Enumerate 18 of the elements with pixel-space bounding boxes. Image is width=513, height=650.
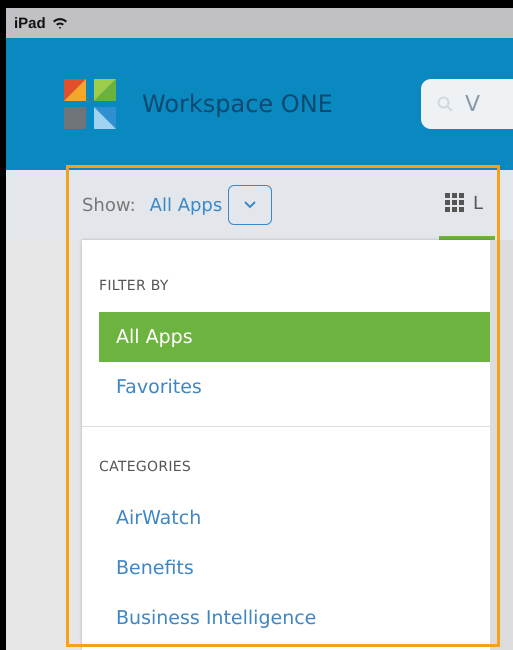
- section-heading: CATEGORIES: [99, 459, 192, 475]
- menu-item[interactable]: AirWatch: [99, 493, 490, 543]
- menu-item[interactable]: Favorites: [99, 362, 490, 412]
- grid-icon: [445, 193, 465, 213]
- menu-item[interactable]: All Apps: [99, 312, 490, 362]
- search-icon: [437, 96, 453, 112]
- filter-value: All Apps: [150, 194, 222, 216]
- search-field[interactable]: V: [421, 79, 513, 129]
- device-name: iPad: [14, 14, 46, 32]
- logo-icon: [64, 79, 116, 129]
- menu-item[interactable]: Business Intelligence: [99, 593, 490, 643]
- dropdown-toggle[interactable]: [228, 185, 272, 225]
- show-label: Show:: [82, 194, 136, 216]
- app-title: Workspace ONE: [142, 90, 333, 118]
- section-heading: FILTER BY: [99, 278, 170, 294]
- wifi-icon: [52, 17, 68, 29]
- chevron-icon: [244, 201, 256, 209]
- menu-item[interactable]: Benefits: [99, 543, 490, 593]
